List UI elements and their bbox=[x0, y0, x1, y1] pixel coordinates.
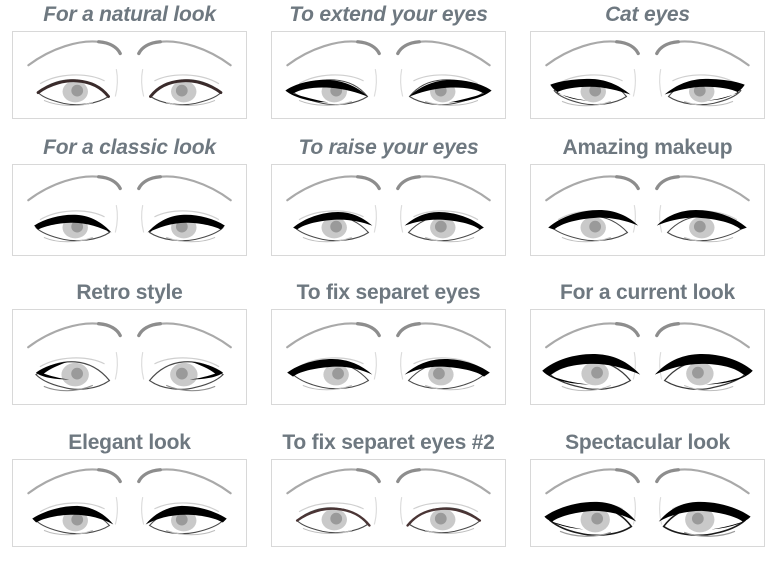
eye-illustration-elegant-look bbox=[12, 459, 247, 547]
style-card-cat-eyes[interactable]: Cat eyes bbox=[518, 0, 777, 133]
style-title: Amazing makeup bbox=[562, 136, 733, 159]
style-title: Spectacular look bbox=[565, 431, 730, 454]
style-title: To extend your eyes bbox=[289, 3, 488, 26]
eye-illustration-to-fix-separet-eyes-2 bbox=[271, 459, 506, 547]
style-title: To fix separet eyes #2 bbox=[282, 431, 495, 454]
style-card-amazing-makeup[interactable]: Amazing makeup bbox=[518, 133, 777, 278]
style-title: Cat eyes bbox=[605, 3, 690, 26]
eye-illustration-for-a-natural-look bbox=[12, 31, 247, 119]
style-title: Retro style bbox=[76, 281, 183, 304]
eyeliner-style-grid: For a natural look To extend your eyes C… bbox=[0, 0, 777, 565]
style-card-for-a-current-look[interactable]: For a current look bbox=[518, 278, 777, 428]
eye-illustration-spectacular-look bbox=[530, 459, 765, 547]
style-card-spectacular-look[interactable]: Spectacular look bbox=[518, 428, 777, 565]
eye-illustration-for-a-classic-look bbox=[12, 164, 247, 256]
style-title: For a classic look bbox=[43, 136, 216, 159]
eye-illustration-to-extend-your-eyes bbox=[271, 31, 506, 119]
style-card-for-a-natural-look[interactable]: For a natural look bbox=[0, 0, 259, 133]
eye-illustration-amazing-makeup bbox=[530, 164, 765, 256]
style-card-to-fix-separet-eyes-2[interactable]: To fix separet eyes #2 bbox=[259, 428, 518, 565]
style-title: Elegant look bbox=[68, 431, 191, 454]
eye-illustration-cat-eyes bbox=[530, 31, 765, 119]
style-card-to-fix-separet-eyes[interactable]: To fix separet eyes bbox=[259, 278, 518, 428]
style-card-retro-style[interactable]: Retro style bbox=[0, 278, 259, 428]
eye-illustration-to-fix-separet-eyes bbox=[271, 309, 506, 405]
eye-illustration-to-raise-your-eyes bbox=[271, 164, 506, 256]
style-card-to-raise-your-eyes[interactable]: To raise your eyes bbox=[259, 133, 518, 278]
style-title: To raise your eyes bbox=[298, 136, 479, 159]
style-card-elegant-look[interactable]: Elegant look bbox=[0, 428, 259, 565]
eye-illustration-for-a-current-look bbox=[530, 309, 765, 405]
eye-illustration-retro-style bbox=[12, 309, 247, 405]
style-title: To fix separet eyes bbox=[296, 281, 481, 304]
style-title: For a natural look bbox=[43, 3, 216, 26]
style-card-to-extend-your-eyes[interactable]: To extend your eyes bbox=[259, 0, 518, 133]
style-title: For a current look bbox=[560, 281, 735, 304]
style-card-for-a-classic-look[interactable]: For a classic look bbox=[0, 133, 259, 278]
